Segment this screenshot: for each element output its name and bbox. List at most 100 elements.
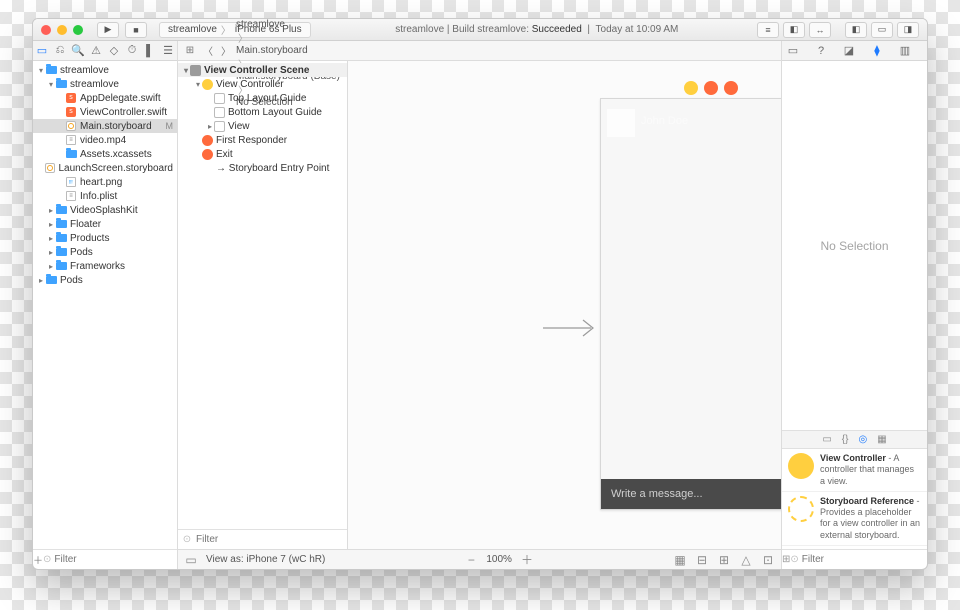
- nav-item[interactable]: Assets.xcassets: [33, 147, 177, 161]
- library-view-mode-icon[interactable]: ⊞: [782, 554, 790, 565]
- scene-exit-icon[interactable]: [724, 81, 738, 95]
- nav-item[interactable]: sAppDelegate.swift: [33, 91, 177, 105]
- run-button[interactable]: ▶: [97, 22, 119, 38]
- outline-item[interactable]: → Storyboard Entry Point: [178, 161, 347, 175]
- nav-item[interactable]: ▸Pods: [33, 245, 177, 259]
- project-tree[interactable]: ▾streamlove▾streamlovesAppDelegate.swift…: [33, 61, 177, 549]
- zoom-out-icon[interactable]: −: [464, 553, 478, 567]
- attributes-inspector-icon[interactable]: ⧫: [866, 41, 888, 61]
- message-input-bar: Write a message... ❤: [601, 479, 781, 509]
- entry-point-arrow-icon: [543, 313, 599, 343]
- object-library[interactable]: View Controller - A controller that mana…: [782, 449, 927, 549]
- stop-button[interactable]: ■: [125, 22, 147, 38]
- find-navigator-icon[interactable]: 🔍: [69, 41, 87, 61]
- storyboard-canvas[interactable]: John Doe Write a message... ❤: [348, 61, 781, 549]
- outline-item[interactable]: ▾View Controller: [178, 77, 347, 91]
- library-filter-input[interactable]: [802, 554, 928, 565]
- test-navigator-icon[interactable]: ◇: [105, 41, 123, 61]
- navigator-filter-input[interactable]: [54, 554, 186, 565]
- nav-item[interactable]: ▾streamlove: [33, 63, 177, 77]
- file-inspector-icon[interactable]: ▭: [782, 41, 804, 61]
- editor-version-icon[interactable]: ↔: [809, 22, 831, 38]
- nav-item[interactable]: heart.png: [33, 175, 177, 189]
- toggle-navigator-icon[interactable]: ◧: [845, 22, 867, 38]
- project-navigator-icon[interactable]: ▭: [33, 41, 51, 61]
- nav-item[interactable]: ≡video.mp4: [33, 133, 177, 147]
- nav-item[interactable]: sViewController.swift: [33, 105, 177, 119]
- view-as-label[interactable]: View as: iPhone 7 (wC hR): [206, 554, 325, 565]
- zoom-icon[interactable]: [73, 25, 83, 35]
- embed-icon[interactable]: ▦: [673, 553, 687, 567]
- size-inspector-icon[interactable]: ▥: [894, 41, 916, 61]
- media-library-icon[interactable]: ▦: [877, 434, 886, 445]
- identity-inspector-icon[interactable]: ◪: [838, 41, 860, 61]
- editor-standard-icon[interactable]: ≡: [757, 22, 779, 38]
- message-placeholder: Write a message...: [601, 488, 781, 500]
- nav-item[interactable]: ▸Floater: [33, 217, 177, 231]
- avatar: [607, 109, 635, 137]
- object-library-icon[interactable]: ◎: [858, 434, 867, 445]
- outline-filter-input[interactable]: [196, 534, 347, 545]
- breadcrumb[interactable]: streamlove: [236, 19, 340, 30]
- scene-responder-icon[interactable]: [704, 81, 718, 95]
- add-button[interactable]: ＋: [33, 552, 43, 567]
- help-inspector-icon[interactable]: ?: [810, 41, 832, 61]
- activity-status: streamlove | Build streamlove: Succeeded…: [317, 24, 757, 35]
- pin-icon[interactable]: ⊞: [717, 553, 731, 567]
- titlebar: ▶ ■ streamlove 〉 iPhone 6s Plus streamlo…: [33, 19, 927, 41]
- toggle-inspector-icon[interactable]: ◨: [897, 22, 919, 38]
- toggle-debug-icon[interactable]: ▭: [871, 22, 893, 38]
- username-label: John Doe: [641, 115, 688, 127]
- zoom-level: 100%: [486, 554, 512, 565]
- nav-item[interactable]: ▸Frameworks: [33, 259, 177, 273]
- breakpoint-navigator-icon[interactable]: ▌: [141, 41, 159, 61]
- forward-icon[interactable]: 〉: [218, 43, 234, 58]
- editor-assistant-icon[interactable]: ◧: [783, 22, 805, 38]
- outline-item[interactable]: Bottom Layout Guide: [178, 105, 347, 119]
- issue-navigator-icon[interactable]: ⚠: [87, 41, 105, 61]
- outline-item[interactable]: Exit: [178, 147, 347, 161]
- library-item[interactable]: View Controller - A controller that mana…: [782, 449, 927, 492]
- report-navigator-icon[interactable]: ☰: [159, 41, 177, 61]
- library-item[interactable]: Storyboard Reference - Provides a placeh…: [782, 492, 927, 546]
- inspector-empty: No Selection: [782, 61, 927, 431]
- outline-tree[interactable]: ▾View Controller Scene▾View ControllerTo…: [178, 61, 347, 529]
- file-template-library-icon[interactable]: ▭: [822, 434, 831, 445]
- nav-item[interactable]: ≡Info.plist: [33, 189, 177, 203]
- navigator-panel: ▭ ⎌ 🔍 ⚠ ◇ ⏱ ▌ ☰ ▾streamlove▾streamlovesA…: [33, 41, 178, 569]
- nav-item[interactable]: ▸VideoSplashKit: [33, 203, 177, 217]
- minimize-icon[interactable]: [57, 25, 67, 35]
- nav-item[interactable]: Main.storyboardM: [33, 119, 177, 133]
- xcode-window: ▶ ■ streamlove 〉 iPhone 6s Plus streamlo…: [32, 18, 928, 570]
- connections-inspector-icon[interactable]: ◉: [922, 41, 928, 61]
- filter-icon: ⊙: [178, 534, 196, 545]
- zoom-in-icon[interactable]: ＋: [520, 551, 534, 568]
- jump-bar[interactable]: ⊞ 〈 〉 streamlove〉streamlove〉Main.storybo…: [178, 41, 781, 61]
- library-tabs: ▭ {} ◎ ▦: [782, 431, 927, 449]
- nav-item[interactable]: ▾streamlove: [33, 77, 177, 91]
- resolve-icon[interactable]: △: [739, 553, 753, 567]
- back-icon[interactable]: 〈: [200, 43, 216, 58]
- nav-item[interactable]: LaunchScreen.storyboard: [33, 161, 177, 175]
- scene-vc-icon[interactable]: [684, 81, 698, 95]
- related-items-icon[interactable]: ⊞: [182, 45, 198, 56]
- outline-item[interactable]: First Responder: [178, 133, 347, 147]
- debug-navigator-icon[interactable]: ⏱: [123, 41, 141, 61]
- outline-item[interactable]: ▾View Controller Scene: [178, 63, 347, 77]
- outline-footer: ⊙: [178, 529, 347, 549]
- toggle-outline-icon[interactable]: ▭: [184, 553, 198, 567]
- nav-item[interactable]: ▸Pods: [33, 273, 177, 287]
- inspector-panel: ▭ ? ◪ ⧫ ▥ ◉ No Selection ▭ {} ◎ ▦ View C…: [782, 41, 927, 569]
- view-controller-scene[interactable]: John Doe Write a message... ❤: [600, 98, 781, 510]
- outline-item[interactable]: Top Layout Guide: [178, 91, 347, 105]
- outline-item[interactable]: ▸View: [178, 119, 347, 133]
- code-snippet-library-icon[interactable]: {}: [842, 434, 849, 445]
- nav-item[interactable]: ▸Products: [33, 231, 177, 245]
- inspector-tabs: ▭ ? ◪ ⧫ ▥ ◉: [782, 41, 927, 61]
- filter-icon: ⊙: [790, 554, 798, 565]
- align-icon[interactable]: ⊟: [695, 553, 709, 567]
- close-icon[interactable]: [41, 25, 51, 35]
- breadcrumb[interactable]: Main.storyboard: [236, 45, 340, 56]
- stack-icon[interactable]: ⊡: [761, 553, 775, 567]
- symbol-navigator-icon[interactable]: ⎌: [51, 41, 69, 61]
